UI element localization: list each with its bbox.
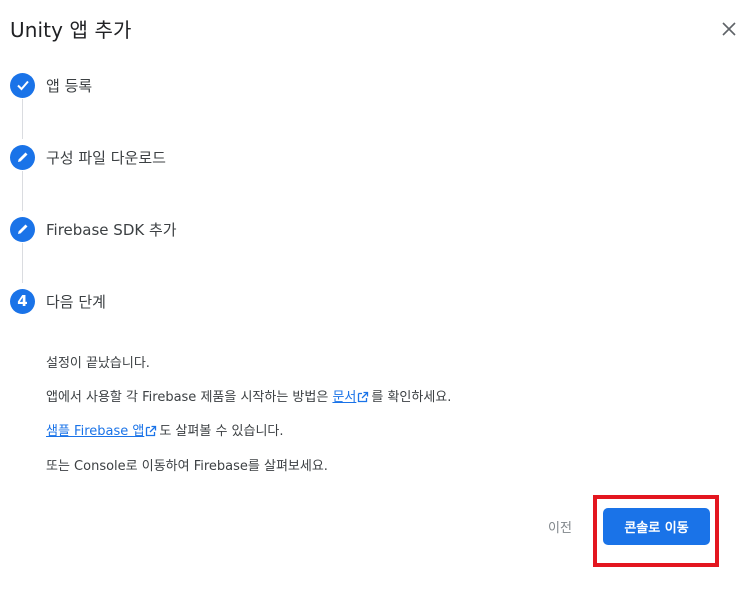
completion-message: 설정이 끝났습니다.	[46, 356, 150, 371]
step-number-badge: 4	[10, 288, 35, 314]
open-in-new-icon	[358, 391, 369, 403]
sample-app-link[interactable]: 샘플 Firebase 앱	[46, 424, 144, 439]
docs-line-suffix: 를 확인하세요.	[371, 390, 452, 405]
docs-link[interactable]: 문서	[332, 390, 356, 405]
go-to-console-button[interactable]: 콘솔로 이동	[603, 508, 710, 545]
docs-line-prefix: 앱에서 사용할 각 Firebase 제품을 시작하는 방법은	[46, 390, 333, 405]
close-icon	[722, 22, 736, 36]
step-register-app[interactable]: 앱 등록	[10, 72, 92, 98]
step-label: Firebase SDK 추가	[46, 220, 177, 239]
open-in-new-icon	[146, 425, 157, 437]
step-download-config[interactable]: 구성 파일 다운로드	[10, 144, 166, 170]
sample-line-suffix: 도 살펴볼 수 있습니다.	[159, 424, 284, 439]
step-label: 앱 등록	[46, 76, 93, 95]
step-connector	[22, 243, 23, 283]
step-add-sdk[interactable]: Firebase SDK 추가	[10, 216, 177, 242]
step-status-circle	[10, 216, 35, 242]
step-status-circle	[10, 144, 35, 170]
pencil-icon	[17, 152, 27, 162]
step-connector	[22, 171, 23, 211]
step-status-circle	[10, 72, 35, 98]
previous-button[interactable]: 이전	[538, 514, 582, 538]
step-next-steps: 4 다음 단계	[10, 288, 106, 314]
close-button[interactable]	[716, 16, 742, 42]
step-label: 구성 파일 다운로드	[46, 148, 166, 167]
dialog-title: Unity 앱 추가	[10, 18, 132, 42]
step-connector	[22, 99, 23, 139]
step-label: 다음 단계	[46, 292, 106, 311]
add-unity-app-dialog: Unity 앱 추가 앱 등록 구성 파일 다운로드 Firebase SDK …	[0, 0, 754, 592]
console-message: 또는 Console로 이동하여 Firebase를 살펴보세요.	[46, 459, 328, 474]
check-icon	[16, 80, 29, 91]
sample-line: 샘플 Firebase 앱 도 살펴볼 수 있습니다.	[46, 420, 284, 439]
docs-line: 앱에서 사용할 각 Firebase 제품을 시작하는 방법은 문서 를 확인하세…	[46, 386, 451, 405]
pencil-icon	[17, 224, 27, 234]
